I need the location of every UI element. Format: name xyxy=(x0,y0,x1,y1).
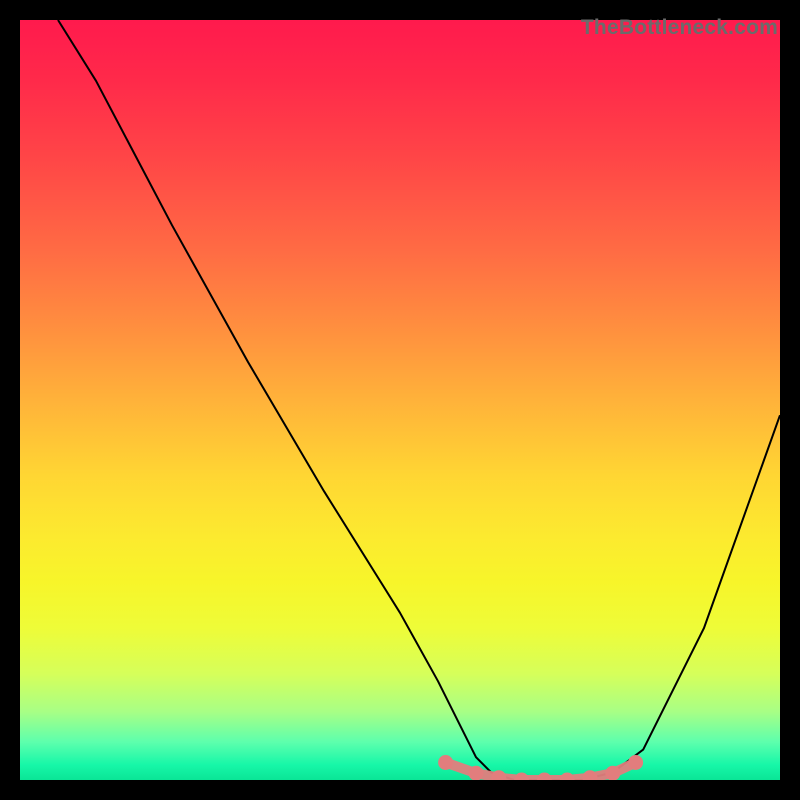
marker-dot xyxy=(438,755,453,770)
marker-dot xyxy=(514,773,529,781)
chart-frame: TheBottleneck.com xyxy=(0,0,800,800)
curve-svg xyxy=(20,20,780,780)
plot-area xyxy=(20,20,780,780)
marker-dot xyxy=(560,773,575,781)
marker-dot xyxy=(605,766,620,780)
marker-dot xyxy=(628,755,643,770)
marker-dot xyxy=(469,766,484,780)
bottleneck-curve xyxy=(58,20,780,780)
marker-dot xyxy=(537,773,552,781)
